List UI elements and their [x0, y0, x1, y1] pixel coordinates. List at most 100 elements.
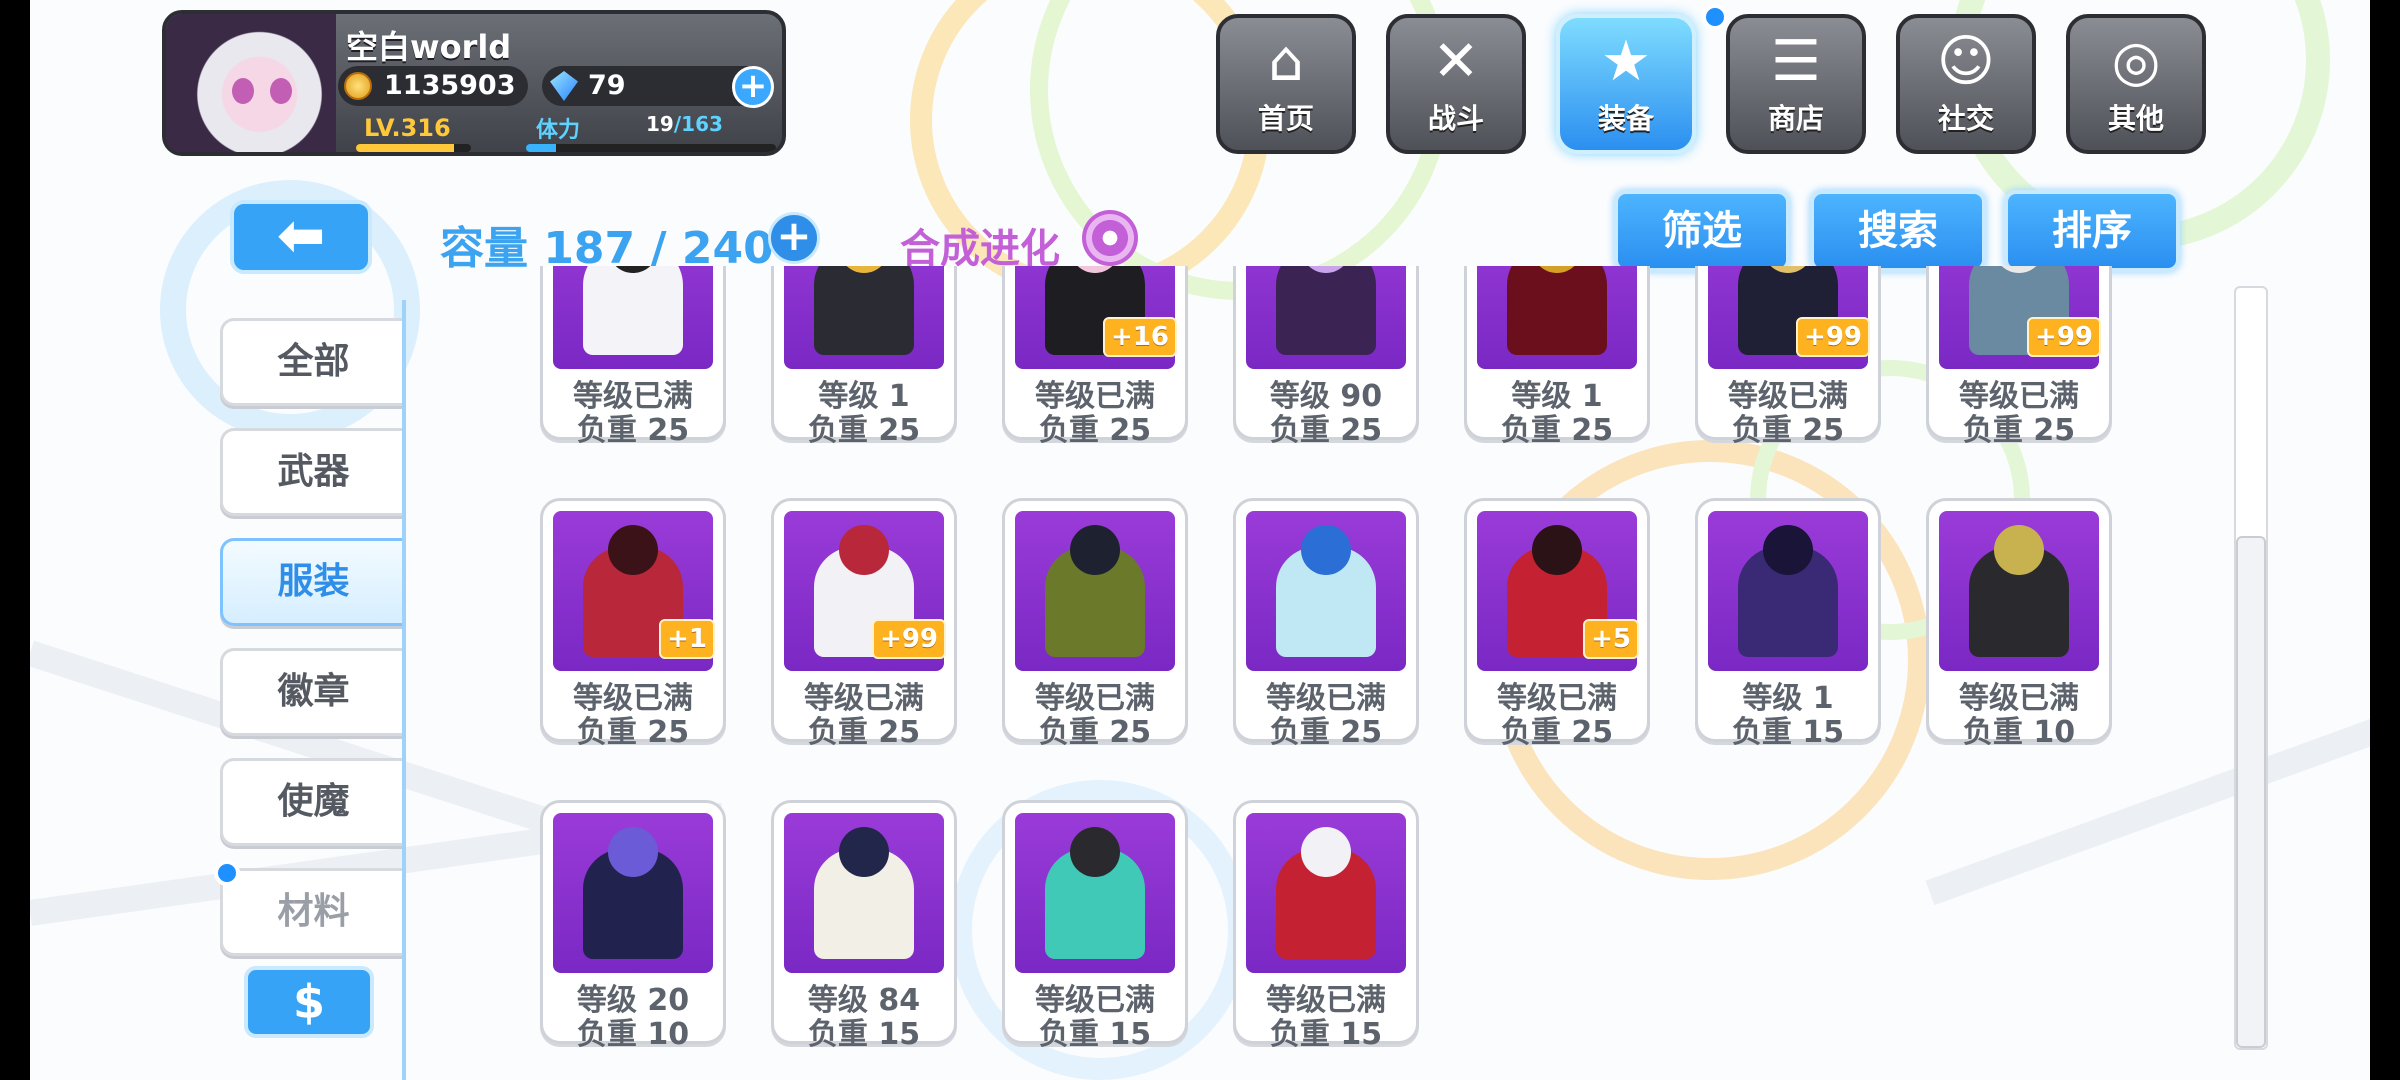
player-name: 空白world: [346, 28, 512, 66]
notification-dot: [214, 860, 240, 886]
item-weight: 负重 25: [576, 715, 690, 750]
sort-button[interactable]: 排序: [2004, 190, 2180, 272]
item-image: [1939, 511, 2099, 671]
item-card[interactable]: 等级 84 负重 15: [771, 800, 957, 1052]
item-image: [1246, 813, 1406, 973]
item-card[interactable]: +1 等级已满 负重 25: [540, 498, 726, 750]
item-card[interactable]: 等级已满 负重 10: [1926, 498, 2112, 750]
item-image: [1708, 511, 1868, 671]
enhance-badge: +1: [659, 619, 715, 659]
item-card[interactable]: 等级已满 负重 15: [1233, 800, 1419, 1052]
item-weight: 负重 25: [1500, 715, 1614, 750]
side-menu-item[interactable]: 武器: [220, 428, 404, 516]
item-card[interactable]: +5 等级已满 负重 25: [1464, 498, 1650, 750]
filter-button[interactable]: 筛选: [1614, 190, 1790, 272]
side-menu-item[interactable]: 服装: [220, 538, 404, 626]
basket-icon: ☰: [1770, 29, 1822, 94]
item-weight: 负重 15: [1731, 715, 1845, 750]
item-image: [1246, 266, 1406, 369]
item-card[interactable]: +99 等级已满 负重 25: [771, 498, 957, 750]
capacity-add-button[interactable]: +: [768, 212, 820, 264]
item-card[interactable]: +16 等级已满 负重 25: [1002, 266, 1188, 448]
enhance-badge: +99: [1796, 317, 1870, 357]
house-icon: ⌂: [1268, 29, 1304, 94]
item-card[interactable]: 等级已满 负重 25: [1233, 498, 1419, 750]
nav-tab-label: 社交: [1937, 102, 1994, 135]
item-weight: 负重 10: [576, 1017, 690, 1052]
nav-tab[interactable]: ✕ 战斗: [1386, 14, 1526, 154]
nav-tab[interactable]: ◎ 其他: [2066, 14, 2206, 154]
item-weight: 负重 25: [1731, 413, 1845, 448]
item-weight: 负重 25: [807, 715, 921, 750]
item-weight: 负重 25: [1269, 715, 1383, 750]
item-weight: 负重 15: [1038, 1017, 1152, 1052]
side-menu-item[interactable]: 材料: [220, 868, 404, 956]
nav-tab-label: 其他: [2107, 102, 2164, 135]
item-card[interactable]: 等级 1 负重 25: [1464, 266, 1650, 448]
nav-tab[interactable]: ☺ 社交: [1896, 14, 2036, 154]
item-image: [553, 266, 713, 369]
gem-value: 79: [588, 70, 626, 101]
item-image: [1246, 511, 1406, 671]
left-arrow-icon: ⬅: [276, 201, 326, 269]
item-card[interactable]: 等级 1 负重 15: [1695, 498, 1881, 750]
side-menu-item[interactable]: 徽章: [220, 648, 404, 736]
avatar[interactable]: [166, 14, 336, 152]
side-menu-item[interactable]: 全部: [220, 318, 404, 406]
item-card[interactable]: 等级 1 负重 25: [771, 266, 957, 448]
item-card[interactable]: 等级已满 负重 25: [1002, 498, 1188, 750]
item-weight: 负重 25: [1038, 715, 1152, 750]
item-weight: 负重 15: [807, 1017, 921, 1052]
item-weight: 负重 25: [807, 413, 921, 448]
nav-tab-label: 装备: [1597, 102, 1654, 135]
item-card[interactable]: 等级 90 负重 25: [1233, 266, 1419, 448]
item-weight: 负重 25: [576, 413, 690, 448]
item-card[interactable]: +99 等级已满 负重 25: [1926, 266, 2112, 448]
item-card[interactable]: 等级 20 负重 10: [540, 800, 726, 1052]
level-progress-bar: [356, 144, 471, 152]
nav-tab[interactable]: ☰ 商店: [1726, 14, 1866, 154]
item-grid-viewport[interactable]: 等级已满 负重 25 等级 1 负重 25 +16 等级已满 负重 25 等级 90 负重 25…: [500, 266, 2140, 1056]
nav-tab[interactable]: ⌂ 首页: [1216, 14, 1356, 154]
spiral-icon: ◎: [2111, 29, 2161, 94]
notification-dot: [1702, 4, 1728, 30]
player-level: LV.316: [364, 114, 451, 142]
ghost-icon: ☺: [1936, 29, 1996, 94]
item-image: [1015, 813, 1175, 973]
gold-value: 1135903: [384, 70, 516, 101]
item-card[interactable]: 等级已满 负重 15: [1002, 800, 1188, 1052]
scrollbar-thumb[interactable]: [2236, 536, 2266, 1048]
item-weight: 负重 25: [1962, 413, 2076, 448]
player-panel[interactable]: 空白world 1135903 79 + LV.316 体力 19/163: [162, 10, 786, 156]
dollar-icon: $: [292, 975, 325, 1029]
stamina-label: 体力: [536, 118, 581, 143]
item-weight: 负重 10: [1962, 715, 2076, 750]
add-gem-button[interactable]: +: [732, 66, 774, 108]
synth-evolve-icon[interactable]: [1082, 210, 1138, 266]
item-image: [1477, 266, 1637, 369]
stamina-value: 19/163: [646, 112, 723, 136]
item-card[interactable]: 等级已满 负重 25: [540, 266, 726, 448]
gold-counter: 1135903: [338, 66, 528, 106]
item-image: [784, 266, 944, 369]
item-card[interactable]: +99 等级已满 负重 25: [1695, 266, 1881, 448]
side-divider: [402, 300, 406, 1080]
side-menu-item[interactable]: 使魔: [220, 758, 404, 846]
item-weight: 负重 25: [1269, 413, 1383, 448]
enhance-badge: +99: [2027, 317, 2101, 357]
back-button[interactable]: ⬅: [230, 200, 372, 274]
star-gun-icon: ★: [1600, 29, 1652, 94]
enhance-badge: +99: [872, 619, 946, 659]
nav-tab-label: 战斗: [1427, 102, 1484, 135]
item-weight: 负重 15: [1269, 1017, 1383, 1052]
currency-button[interactable]: $: [244, 966, 374, 1038]
search-button[interactable]: 搜索: [1810, 190, 1986, 272]
item-weight: 负重 25: [1500, 413, 1614, 448]
item-weight: 负重 25: [1038, 413, 1152, 448]
nav-tab-label: 首页: [1257, 102, 1314, 135]
crossed-guns-icon: ✕: [1432, 29, 1480, 94]
screen: 空白world 1135903 79 + LV.316 体力 19/163 ⌂ 首…: [30, 0, 2370, 1080]
enhance-badge: +5: [1583, 619, 1639, 659]
nav-tab[interactable]: ★ 装备: [1556, 14, 1696, 154]
stamina-progress-bar: [526, 144, 776, 152]
